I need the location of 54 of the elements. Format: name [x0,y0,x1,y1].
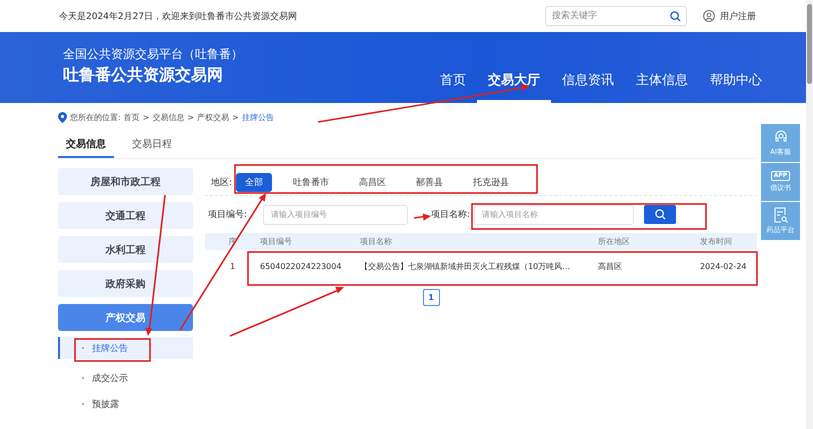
column-header: 项目名称 [360,236,393,247]
tab[interactable]: 交易信息 [58,135,114,158]
sidebar-item[interactable]: 水利工程 [58,236,193,263]
user-icon [703,10,715,22]
sidebar-item[interactable]: 政府采购 [58,270,193,297]
column-header: 所在地区 [598,236,631,247]
code-input[interactable]: 请输入项目编号 [263,204,408,224]
document-search-icon [774,207,788,223]
search-field[interactable]: 搜索关键字 [545,6,687,26]
table-cell-text: 6504022024223004 [260,262,342,271]
column-header: 项目编号 [260,236,293,247]
nav-link[interactable]: 帮助中心 [699,69,773,103]
sidebar-subitem[interactable]: 成交公示 [58,365,193,391]
nav-link[interactable]: 首页 [429,69,477,103]
sidebar-subitem[interactable]: 挂牌公告 [58,337,193,359]
name-input[interactable]: 请输入项目名称 [474,204,634,224]
tab[interactable]: 交易日程 [124,135,180,158]
nav-link[interactable]: 主体信息 [625,69,699,103]
search-icon[interactable] [670,10,681,22]
region-filter[interactable]: 托克逊县 [464,172,518,192]
name-label: 项目名称: [431,208,470,221]
page-button[interactable]: 1 [422,289,440,306]
region-filter[interactable]: 全部 [236,172,272,192]
breadcrumb-current: 挂牌公告 [242,112,274,122]
region-filter[interactable]: 鄯善县 [407,172,452,192]
region-filter[interactable]: 高昌区 [350,172,396,192]
sidebar-subitem[interactable]: 预披露 [58,391,193,417]
table-cell-text: 1 [228,262,236,271]
breadcrumb-label: 您所在的位置: [70,112,121,122]
breadcrumb-item: > [232,112,239,122]
sidebar-item[interactable]: 交通工程 [58,202,193,229]
site-subtitle: 全国公共资源交易平台（吐鲁番） [63,46,244,63]
sidebar-item[interactable]: 房屋和市政工程 [58,168,193,195]
sidebar-item[interactable]: 产权交易 [58,304,193,331]
table-cell-text: 高昌区 [598,261,623,272]
annotation-arrow [414,214,431,221]
site-title: 吐鲁番公共资源交易网 [63,65,224,86]
region-label: 地区: [211,176,232,188]
breadcrumb-item[interactable]: 产权交易 [197,112,230,122]
breadcrumb-item: > [187,112,194,122]
location-pin-icon [58,112,67,122]
search-icon [654,209,666,220]
search-button[interactable] [644,205,676,224]
table-cell-text: 2024-02-24 [700,262,748,271]
breadcrumb-item[interactable]: 首页 [124,112,140,122]
table-link[interactable]: 【交易公告】七泉湖镇新域井田灭火工程残煤（10万吨风… [360,261,598,272]
user-register-link[interactable]: 用户注册 [703,10,756,22]
column-header: 发布时间 [700,236,733,247]
breadcrumb-item: > [142,112,150,122]
nav-link[interactable]: 信息资讯 [551,69,625,103]
region-filter[interactable]: 吐鲁番市 [284,172,338,192]
breadcrumb-item[interactable]: 交易信息 [152,112,184,122]
code-label: 项目编号: [208,208,248,221]
greeting-text: 今天是2024年2月27日，欢迎来到吐鲁番市公共资源交易网 [59,10,298,22]
